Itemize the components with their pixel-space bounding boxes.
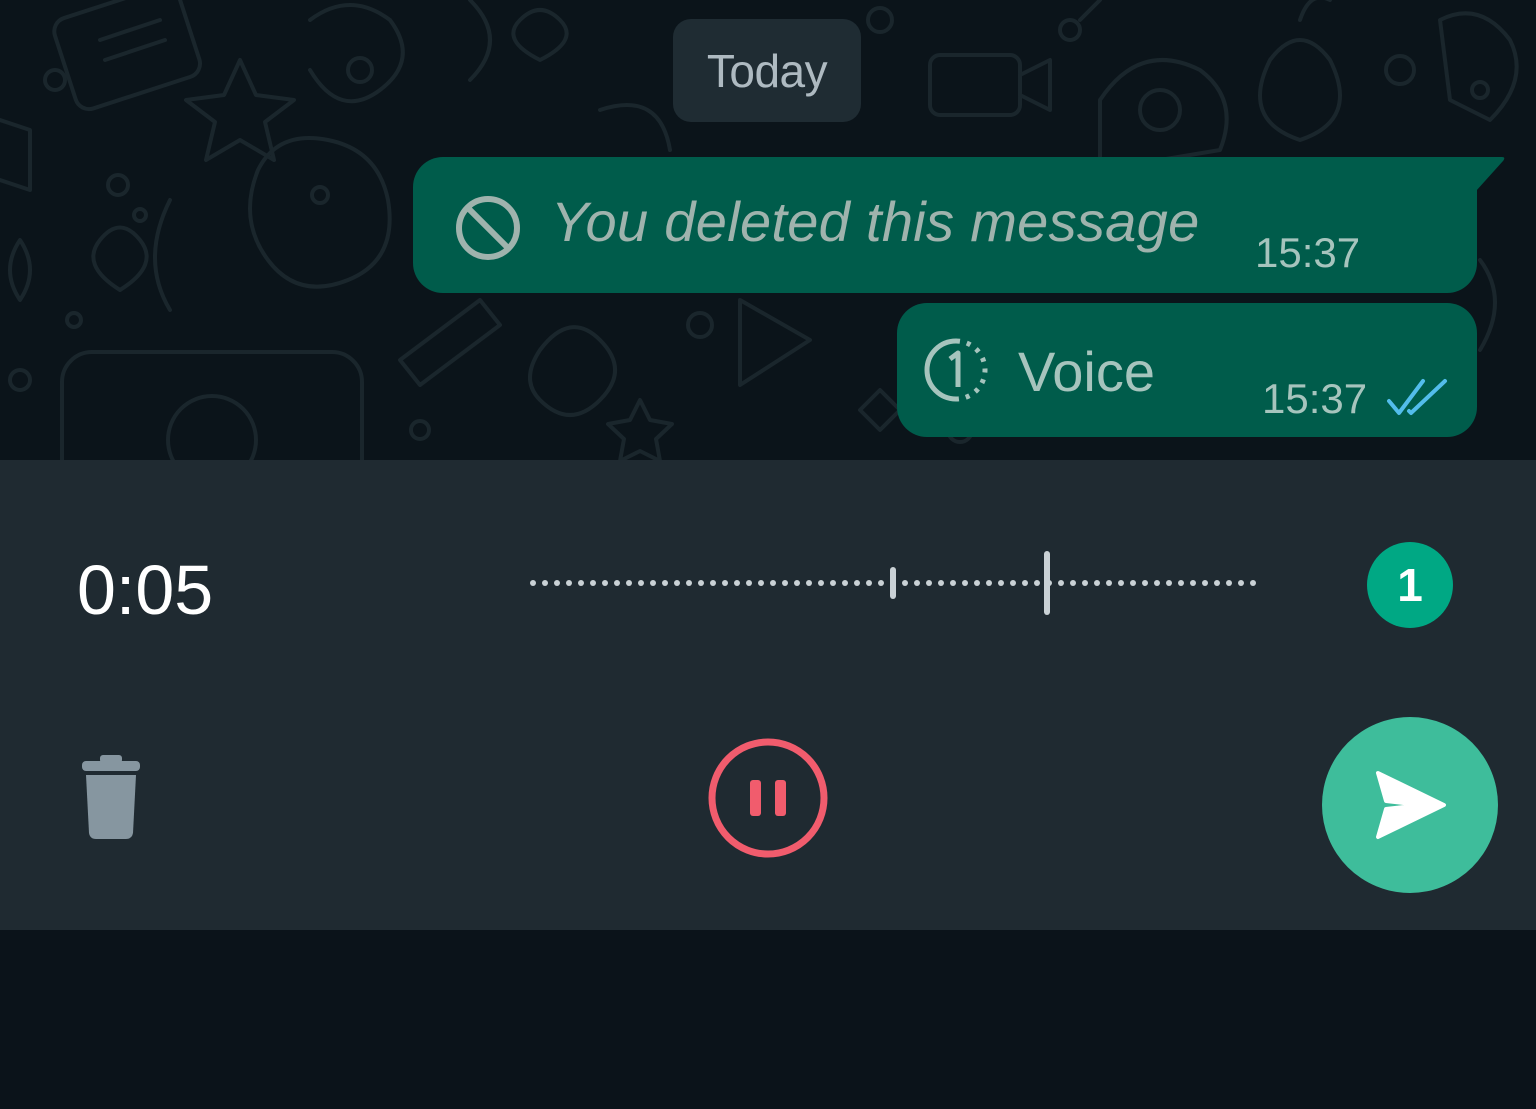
pause-icon <box>708 738 828 858</box>
date-separator: Today <box>673 19 861 122</box>
waveform-dot <box>1094 580 1100 586</box>
view-once-icon <box>924 338 988 402</box>
waveform-dot <box>650 580 656 586</box>
double-check-icon <box>1387 379 1447 415</box>
waveform-dot <box>746 580 752 586</box>
waveform-dot <box>782 580 788 586</box>
waveform-dot <box>854 580 860 586</box>
navigation-bar-area <box>0 930 1536 1109</box>
send-icon <box>1376 771 1446 839</box>
voice-recorder-panel: 0:05 1 <box>0 460 1536 930</box>
waveform-dot <box>590 580 596 586</box>
waveform-dot <box>1130 580 1136 586</box>
view-once-toggle[interactable]: 1 <box>1367 542 1453 628</box>
waveform-dot <box>1082 580 1088 586</box>
waveform-dot <box>842 580 848 586</box>
waveform-dot <box>902 580 908 586</box>
waveform-dot <box>686 580 692 586</box>
waveform-dot <box>530 580 536 586</box>
waveform-dot <box>974 580 980 586</box>
waveform-dot <box>1070 580 1076 586</box>
waveform-dot <box>1058 580 1064 586</box>
waveform-dot <box>626 580 632 586</box>
deleted-message-text: You deleted this message <box>551 190 1200 253</box>
waveform-dot <box>926 580 932 586</box>
waveform-dot <box>938 580 944 586</box>
waveform-dot <box>818 580 824 586</box>
waveform-dot <box>710 580 716 586</box>
message-time: 15:37 <box>1262 375 1368 422</box>
waveform-dot <box>734 580 740 586</box>
waveform-dot <box>614 580 620 586</box>
waveform-dot <box>914 580 920 586</box>
waveform-dot <box>866 580 872 586</box>
waveform-peak <box>1044 551 1050 615</box>
pause-recording-button[interactable] <box>706 736 830 860</box>
waveform-dot <box>662 580 668 586</box>
delete-recording-button[interactable] <box>78 755 144 839</box>
view-once-voice-message[interactable]: Voice 15:37 <box>897 303 1477 437</box>
waveform-dot <box>1142 580 1148 586</box>
waveform-dot <box>1250 580 1256 586</box>
waveform-dot <box>770 580 776 586</box>
waveform-dot <box>578 580 584 586</box>
waveform-peak <box>890 567 896 599</box>
waveform-dot <box>638 580 644 586</box>
waveform-dot <box>1154 580 1160 586</box>
waveform-dot <box>1118 580 1124 586</box>
send-button[interactable] <box>1322 717 1498 893</box>
recording-timer: 0:05 <box>77 551 214 629</box>
waveform-dot <box>554 580 560 586</box>
waveform-dot <box>1022 580 1028 586</box>
waveform-dot <box>758 580 764 586</box>
bubble-tail <box>1470 157 1505 191</box>
whatsapp-chat-screen: Today You deleted this message 15:37 Voi… <box>0 0 1536 1109</box>
waveform-dot <box>950 580 956 586</box>
waveform-dot <box>986 580 992 586</box>
waveform-dot <box>698 580 704 586</box>
voice-message-label: Voice <box>1018 340 1155 403</box>
waveform-dot <box>1178 580 1184 586</box>
recording-waveform <box>530 551 1256 615</box>
message-time: 15:37 <box>1255 229 1361 276</box>
chat-message-list[interactable]: Today You deleted this message 15:37 Voi… <box>0 0 1536 460</box>
waveform-dot <box>1166 580 1172 586</box>
waveform-dot <box>830 580 836 586</box>
waveform-dot <box>602 580 608 586</box>
waveform-dot <box>1226 580 1232 586</box>
waveform-dot <box>1010 580 1016 586</box>
waveform-dot <box>1106 580 1112 586</box>
waveform-dot <box>1238 580 1244 586</box>
waveform-dot <box>878 580 884 586</box>
waveform-dot <box>566 580 572 586</box>
block-icon <box>456 196 520 260</box>
waveform-dot <box>962 580 968 586</box>
waveform-dot <box>794 580 800 586</box>
waveform-dot <box>1214 580 1220 586</box>
waveform-dot <box>722 580 728 586</box>
trash-icon <box>82 755 140 839</box>
waveform-dot <box>674 580 680 586</box>
waveform-dot <box>1202 580 1208 586</box>
waveform-dot <box>542 580 548 586</box>
waveform-dot <box>998 580 1004 586</box>
deleted-message-bubble[interactable]: You deleted this message 15:37 <box>413 157 1477 293</box>
waveform-dot <box>1034 580 1040 586</box>
waveform-dot <box>1190 580 1196 586</box>
waveform-dot <box>806 580 812 586</box>
